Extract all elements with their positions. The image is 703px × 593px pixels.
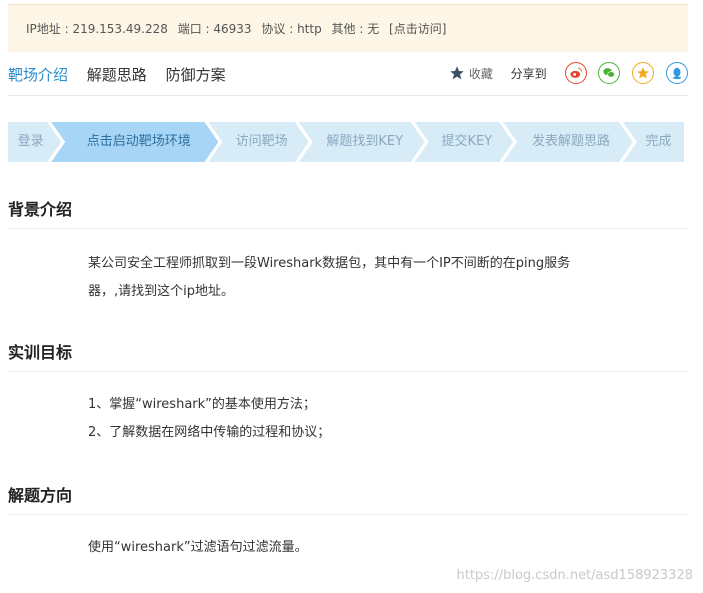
background-line-1: 某公司安全工程师抓取到一段Wireshark数据包，其中有一个IP不间断的在pi…: [88, 256, 571, 271]
port: 端口 : 46933: [177, 22, 252, 36]
goals-title: 实训目标: [8, 339, 688, 372]
share-label: 分享到: [510, 66, 547, 81]
star-icon: [450, 66, 464, 80]
step-visit-range[interactable]: 访问靶场: [208, 122, 308, 162]
goal-item-2: 2、了解数据在网络中传输的过程和协议；: [88, 425, 331, 440]
goal-item-1: 1、掌握“wireshark”的基本使用方法；: [88, 397, 316, 412]
step-start-range[interactable]: 点击启动靶场环境: [51, 122, 218, 162]
tab-range-intro[interactable]: 靶场介绍: [8, 64, 68, 85]
ip-address: IP地址 : 219.153.49.228: [26, 22, 168, 36]
tab-defense-plan[interactable]: 防御方案: [166, 64, 226, 85]
watermark: https://blog.csdn.net/asd158923328: [456, 568, 694, 583]
step-login[interactable]: 登录: [8, 122, 61, 162]
background-line-2: 器，,请找到这个ip地址。: [88, 284, 234, 299]
direction-body: 使用“wireshark”过滤语句过滤流量。: [88, 534, 648, 562]
tab-solution-ideas[interactable]: 解题思路: [87, 64, 147, 85]
step-submit-key[interactable]: 提交KEY: [415, 122, 513, 162]
qzone-icon[interactable]: [632, 62, 655, 84]
goals-body: 1、掌握“wireshark”的基本使用方法； 2、了解数据在网络中传输的过程和…: [88, 391, 648, 447]
direction-item-1: 使用“wireshark”过滤语句过滤流量。: [88, 540, 308, 555]
progress-steps: 登录 点击启动靶场环境 访问靶场 解题找到KEY 提交KEY 发表解题思路 完成: [8, 122, 684, 162]
step-find-key[interactable]: 解题找到KEY: [299, 122, 425, 162]
favorite-button[interactable]: 收藏: [449, 65, 493, 82]
step-publish-solution[interactable]: 发表解题思路: [503, 122, 633, 162]
qq-icon[interactable]: [666, 62, 688, 84]
direction-title: 解题方向: [8, 482, 688, 515]
tab-bar: 靶场介绍 解题思路 防御方案 收藏 分享到: [8, 56, 688, 96]
background-title: 背景介绍: [8, 196, 688, 229]
protocol: 协议 : http: [261, 22, 322, 36]
visit-link[interactable]: [点击访问]: [389, 22, 446, 36]
favorite-label: 收藏: [468, 66, 493, 81]
target-info-bar: IP地址 : 219.153.49.228 端口 : 46933 协议 : ht…: [8, 4, 688, 52]
other-info: 其他 : 无: [331, 22, 380, 36]
background-body: 某公司安全工程师抓取到一段Wireshark数据包，其中有一个IP不间断的在pi…: [88, 250, 648, 306]
wechat-icon[interactable]: [598, 62, 621, 84]
weibo-icon[interactable]: [564, 62, 587, 84]
